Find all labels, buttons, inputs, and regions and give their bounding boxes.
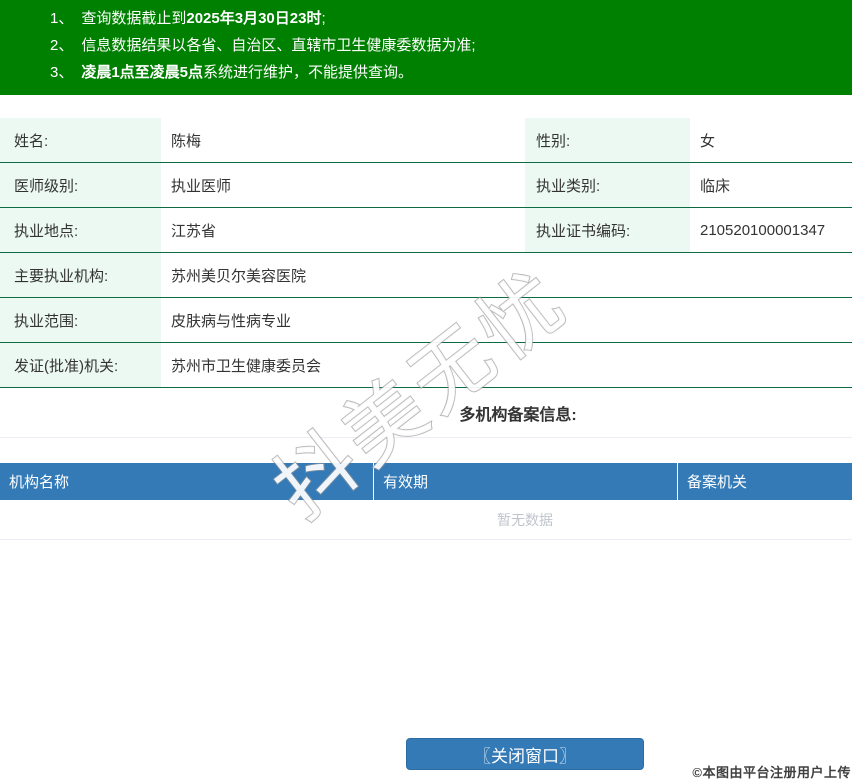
notice-line-number: 3、 <box>50 64 74 81</box>
notice-banner: 1、 查询数据截止到2025年3月30日23时; 2、 信息数据结果以各省、自治区、… <box>0 0 852 95</box>
filing-section-heading-row: 多机构备案信息: <box>0 388 852 438</box>
field-label-certificate-number: 执业证书编码: <box>525 208 690 252</box>
table-row: 主要执业机构: 苏州美贝尔美容医院 <box>0 253 852 298</box>
table-row: 姓名: 陈梅 性别: 女 <box>0 118 852 163</box>
no-data-row: 暂无数据 <box>0 500 852 540</box>
filing-section-heading: 多机构备案信息: <box>459 406 577 424</box>
attribution-text: ©本图由平台注册用户上传 <box>692 765 851 780</box>
field-label-practice-scope: 执业范围: <box>0 298 161 342</box>
field-value-doctor-level: 执业医师 <box>171 177 232 195</box>
field-label-practice-category: 执业类别: <box>525 163 690 207</box>
notice-line-1: 1、 查询数据截止到2025年3月30日23时; <box>50 5 852 32</box>
close-window-button[interactable]: 〖关闭窗口〗 <box>406 738 644 770</box>
notice-line-number: 2、 <box>50 37 74 54</box>
table-row: 执业地点: 江苏省 执业证书编码: 210520100001347 <box>0 208 852 253</box>
notice-text: 系统进行维护，不能提供查询。 <box>203 64 414 81</box>
practitioner-info-table: 姓名: 陈梅 性别: 女 医师级别: 执业医师 执业类别: 临床 执业地点: 江… <box>0 118 852 388</box>
column-header-validity-period: 有效期 <box>374 463 678 500</box>
field-value-gender: 女 <box>700 132 716 150</box>
field-value-practice-location: 江苏省 <box>171 222 217 240</box>
column-header-institution-name: 机构名称 <box>0 463 374 500</box>
column-header-filing-authority: 备案机关 <box>687 474 748 491</box>
notice-line-3: 3、 凌晨1点至凌晨5点系统进行维护，不能提供查询。 <box>50 59 852 86</box>
field-label-name: 姓名: <box>0 118 161 162</box>
field-label-main-institution: 主要执业机构: <box>0 253 161 297</box>
table-row: 发证(批准)机关: 苏州市卫生健康委员会 <box>0 343 852 388</box>
notice-text: ; <box>321 10 326 27</box>
field-value-practice-category: 临床 <box>700 177 731 195</box>
filing-table-header: 机构名称 有效期 备案机关 <box>0 463 852 500</box>
table-row: 医师级别: 执业医师 执业类别: 临床 <box>0 163 852 208</box>
notice-text-bold: 凌晨1点至凌晨5点 <box>81 64 204 81</box>
no-data-text: 暂无数据 <box>497 511 553 528</box>
field-value-name: 陈梅 <box>171 132 202 150</box>
notice-line-number: 1、 <box>50 10 74 27</box>
notice-text-bold: 2025年3月30日23时 <box>186 10 322 27</box>
notice-text: 查询数据截止到 <box>81 10 187 27</box>
notice-text: 信息数据结果以各省、自治区、直辖市卫生健康委数据为准; <box>81 37 476 54</box>
query-result-page: 1、 查询数据截止到2025年3月30日23时; 2、 信息数据结果以各省、自治区、… <box>0 0 852 783</box>
notice-line-2: 2、 信息数据结果以各省、自治区、直辖市卫生健康委数据为准; <box>50 32 852 59</box>
field-label-doctor-level: 医师级别: <box>0 163 161 207</box>
field-value-certificate-number: 210520100001347 <box>700 221 826 239</box>
field-label-gender: 性别: <box>525 118 690 162</box>
field-value-practice-scope: 皮肤病与性病专业 <box>171 312 292 330</box>
field-value-main-institution: 苏州美贝尔美容医院 <box>171 267 307 285</box>
field-label-practice-location: 执业地点: <box>0 208 161 252</box>
field-value-issuing-authority: 苏州市卫生健康委员会 <box>171 357 322 375</box>
field-label-issuing-authority: 发证(批准)机关: <box>0 343 161 387</box>
table-row: 执业范围: 皮肤病与性病专业 <box>0 298 852 343</box>
